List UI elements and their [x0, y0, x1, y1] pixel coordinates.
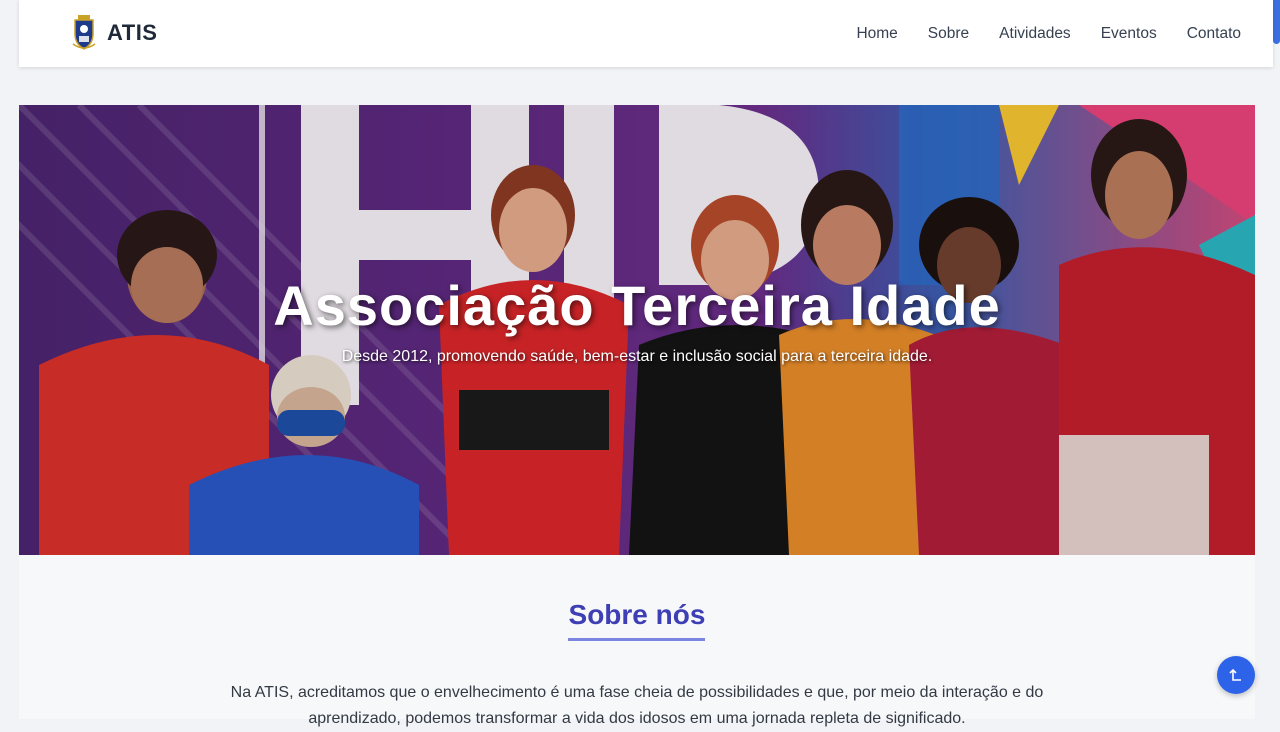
hero-banner: Associação Terceira Idade Desde 2012, pr… [19, 105, 1255, 555]
about-text: Na ATIS, acreditamos que o envelheciment… [230, 684, 1044, 727]
scrollbar-thumb[interactable] [1273, 0, 1280, 44]
main-nav: Home Sobre Atividades Eventos Contato [856, 0, 1241, 67]
navbar: ATIS Home Sobre Atividades Eventos Conta… [19, 0, 1273, 67]
back-to-top-button[interactable] [1217, 656, 1255, 694]
nav-link-atividades[interactable]: Atividades [999, 25, 1071, 43]
nav-link-eventos[interactable]: Eventos [1101, 25, 1157, 43]
nav-link-sobre[interactable]: Sobre [928, 25, 969, 43]
about-title: Sobre nós [568, 599, 706, 630]
arrow-up-icon [1229, 668, 1241, 681]
title-underline [568, 638, 705, 641]
brand[interactable]: ATIS [71, 14, 157, 52]
hero-title: Associação Terceira Idade [273, 274, 1001, 337]
about-section: Sobre nós Na ATIS, acreditamos que o env… [19, 555, 1255, 727]
crest-logo-icon [72, 15, 96, 50]
nav-link-contato[interactable]: Contato [1187, 25, 1241, 43]
hero-subtitle: Desde 2012, promovendo saúde, bem-estar … [341, 348, 933, 365]
nav-link-home[interactable]: Home [856, 25, 897, 43]
brand-name: ATIS [107, 20, 158, 45]
